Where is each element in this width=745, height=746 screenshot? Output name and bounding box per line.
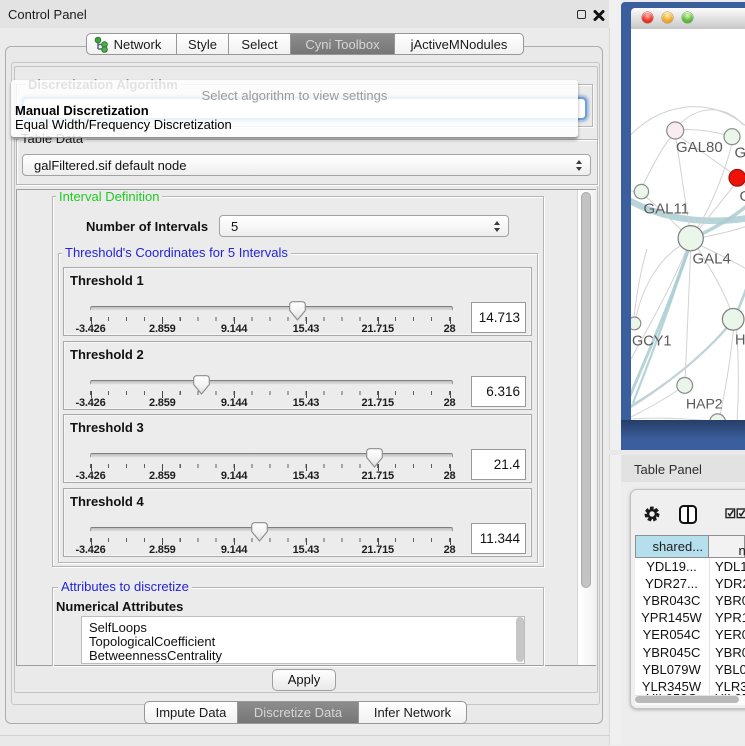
svg-text:G: G bbox=[740, 188, 745, 205]
svg-text:H: H bbox=[735, 332, 745, 348]
svg-text:HAP2: HAP2 bbox=[686, 395, 723, 411]
svg-text:GAL11: GAL11 bbox=[644, 200, 690, 217]
svg-text:G.: G. bbox=[735, 144, 745, 161]
svg-text:GAL4: GAL4 bbox=[693, 250, 731, 267]
svg-text:GCY1: GCY1 bbox=[632, 333, 672, 349]
svg-text:GAL80: GAL80 bbox=[676, 139, 723, 156]
